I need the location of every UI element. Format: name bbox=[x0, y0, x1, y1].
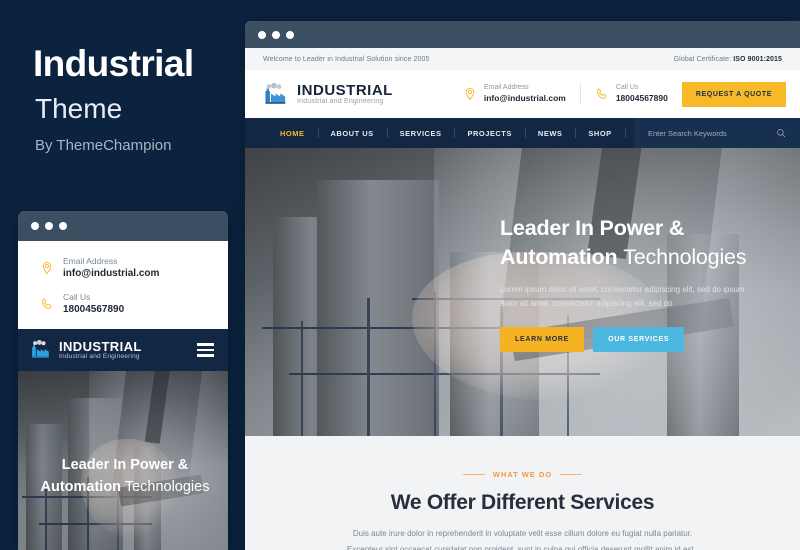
hero-heading-line2: Automation Technologies bbox=[500, 243, 780, 272]
services-paragraph: Duis aute irure dolor in reprehenderit i… bbox=[346, 529, 699, 550]
nav-item-about-us[interactable]: ABOUT US bbox=[318, 129, 387, 138]
window-dot-maximize-icon[interactable] bbox=[59, 222, 67, 230]
mobile-contact-email-label: Email Address bbox=[63, 256, 118, 266]
factory-icon bbox=[265, 83, 286, 104]
topbar-certificate-label: Global Certificate: bbox=[673, 55, 732, 63]
hero-buttons: LEARN MORE OUR SERVICES bbox=[500, 327, 780, 353]
phone-icon bbox=[42, 299, 52, 310]
hamburger-menu-icon[interactable] bbox=[197, 343, 214, 357]
header-contact-email[interactable]: Email Address info@industrial.com bbox=[449, 83, 580, 105]
mobile-contact-bar: Email Address info@industrial.com Call U… bbox=[18, 241, 228, 329]
window-dot-maximize-icon[interactable] bbox=[286, 30, 294, 39]
location-pin-icon bbox=[465, 87, 475, 101]
mobile-hero-heading-bold: Automation bbox=[40, 479, 122, 496]
site-logo[interactable]: INDUSTRIAL Industrial and Engineering bbox=[263, 81, 449, 106]
header-email-label: Email Address bbox=[483, 84, 529, 92]
factory-icon bbox=[32, 340, 49, 359]
mobile-contact-phone-label: Call Us bbox=[63, 291, 91, 302]
location-pin-icon bbox=[42, 262, 52, 275]
header-phone-value: 18004567890 bbox=[615, 92, 668, 103]
mobile-contact-phone[interactable]: Call Us 18004567890 bbox=[40, 292, 228, 317]
promo-title: Industrial bbox=[33, 43, 194, 84]
hero-heading: Leader In Power & Automation Technologie… bbox=[500, 214, 780, 272]
phone-icon bbox=[597, 88, 607, 99]
mobile-contact-email[interactable]: Email Address info@industrial.com bbox=[40, 256, 228, 281]
nav-item-services[interactable]: SERVICES bbox=[387, 129, 455, 138]
mobile-hero-heading-1: Leader In Power & bbox=[61, 457, 189, 474]
site-header: INDUSTRIAL Industrial and Engineering Em… bbox=[245, 70, 800, 118]
hero-heading-light: Technologies bbox=[623, 244, 747, 269]
hero-paragraph: Lorem ipsum dolor sit amet, consectetur … bbox=[500, 284, 745, 309]
mobile-logo-tagline: Industrial and Engineering bbox=[59, 353, 140, 361]
mobile-contact-email-value: info@industrial.com bbox=[63, 268, 160, 280]
mobile-hero: Leader In Power & Automation Technologie… bbox=[18, 370, 228, 550]
topbar-certificate: Global Certificate: ISO 9001:2015 bbox=[674, 56, 782, 63]
hero-heading-bold: Automation bbox=[500, 244, 618, 269]
promo-byline: By ThemeChampion bbox=[35, 137, 172, 154]
mobile-contact-phone-value: 18004567890 bbox=[63, 304, 125, 316]
mobile-browser-chrome bbox=[18, 211, 228, 241]
hero-banner: Leader In Power & Automation Technologie… bbox=[245, 148, 800, 436]
screenshot-stage: Industrial Theme By ThemeChampion Email … bbox=[0, 0, 800, 550]
promo-subtitle: Theme bbox=[35, 93, 123, 124]
hero-content: Leader In Power & Automation Technologie… bbox=[500, 214, 780, 353]
site-logo-name: INDUSTRIAL bbox=[297, 81, 393, 99]
main-navigation: HOME ABOUT US SERVICES PROJECTS NEWS SHO… bbox=[245, 118, 800, 148]
mobile-preview: Email Address info@industrial.com Call U… bbox=[18, 211, 228, 550]
window-dot-minimize-icon[interactable] bbox=[272, 30, 280, 39]
topbar-welcome-text: Welcome to Leader in Industrial Solution… bbox=[263, 55, 430, 63]
services-eyebrow: WHAT WE DO bbox=[463, 470, 582, 479]
header-contacts: Email Address info@industrial.com Call U… bbox=[449, 83, 682, 105]
nav-item-projects[interactable]: PROJECTS bbox=[454, 129, 524, 138]
search-input-placeholder: Enter Search Keywords bbox=[648, 128, 727, 138]
request-a-quote-button[interactable]: REQUEST A QUOTE bbox=[681, 81, 786, 107]
site-logo-tagline: Industrial and Engineering bbox=[297, 98, 384, 106]
services-title: We Offer Different Services bbox=[390, 491, 655, 514]
search-icon[interactable] bbox=[776, 128, 786, 138]
hero-heading-line1: Leader In Power & bbox=[500, 216, 685, 240]
mobile-hero-heading-light: Technologies bbox=[124, 479, 210, 496]
nav-item-home[interactable]: HOME bbox=[267, 129, 318, 138]
desktop-preview: Welcome to Leader in Industrial Solution… bbox=[245, 21, 800, 550]
services-section: WHAT WE DO We Offer Different Services D… bbox=[245, 436, 800, 550]
header-contact-phone[interactable]: Call Us 18004567890 bbox=[581, 83, 682, 105]
learn-more-button[interactable]: LEARN MORE bbox=[500, 327, 585, 353]
mobile-logo[interactable]: INDUSTRIAL Industrial and Engineering bbox=[30, 338, 142, 361]
mobile-header: INDUSTRIAL Industrial and Engineering bbox=[18, 328, 228, 371]
desktop-browser-chrome bbox=[245, 21, 800, 48]
site-topbar: Welcome to Leader in Industrial Solution… bbox=[245, 48, 800, 70]
topbar-certificate-value: ISO 9001:2015 bbox=[733, 55, 782, 63]
our-services-button[interactable]: OUR SERVICES bbox=[593, 327, 685, 353]
mobile-logo-name: INDUSTRIAL bbox=[59, 338, 142, 354]
window-dot-close-icon[interactable] bbox=[31, 222, 39, 230]
nav-item-news[interactable]: NEWS bbox=[525, 129, 576, 138]
mobile-hero-heading-2: Automation Technologies bbox=[30, 477, 220, 499]
search-box[interactable]: Enter Search Keywords bbox=[634, 118, 800, 148]
header-email-value: info@industrial.com bbox=[483, 92, 566, 103]
window-dot-minimize-icon[interactable] bbox=[45, 222, 53, 230]
nav-item-shop[interactable]: SHOP bbox=[575, 129, 624, 138]
header-phone-label: Call Us bbox=[615, 84, 639, 92]
mobile-hero-text: Leader In Power & Automation Technologie… bbox=[30, 455, 220, 499]
window-dot-close-icon[interactable] bbox=[258, 30, 266, 39]
